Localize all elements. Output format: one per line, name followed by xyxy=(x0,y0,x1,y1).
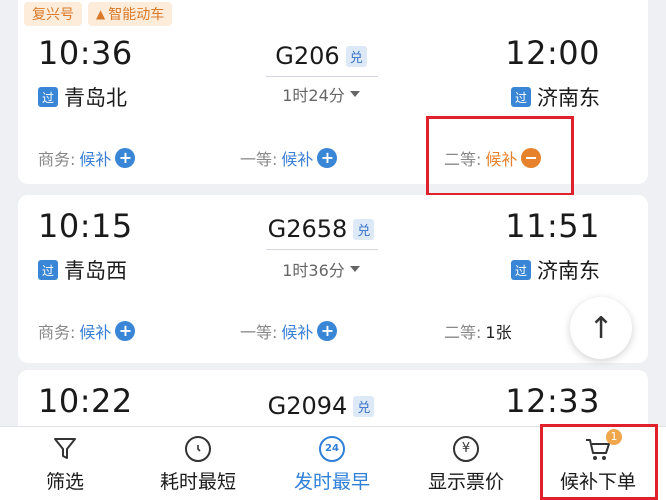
arrival-station-name: 济南东 xyxy=(537,86,600,110)
seat-label: 商务: xyxy=(38,150,76,169)
filter-button[interactable]: 筛选 xyxy=(30,427,100,500)
funnel-icon xyxy=(51,435,79,463)
pass-through-icon: 过 xyxy=(38,87,58,107)
train-card-g2658[interactable]: 10:15 11:51 G2658 兑 1时36分 过 青岛西 过 济南东 商务… xyxy=(18,195,648,363)
plus-icon[interactable]: + xyxy=(317,148,338,168)
timer-icon xyxy=(184,435,212,463)
pass-through-icon: 过 xyxy=(38,260,58,280)
yen-icon: ¥ xyxy=(452,435,480,463)
arrival-time: 12:00 xyxy=(505,34,600,72)
seat-value: 1张 xyxy=(485,323,512,342)
departure-station-name: 青岛西 xyxy=(64,259,127,283)
arrow-up-icon: ↑ xyxy=(588,310,614,346)
seat-value: 候补 xyxy=(281,323,314,342)
duration-toggle[interactable]: 1时24分 xyxy=(256,82,386,106)
plus-icon[interactable]: + xyxy=(115,321,136,341)
departure-time: 10:15 xyxy=(38,207,133,245)
train-number: G2658 兑 xyxy=(256,215,386,243)
seat-label: 一等: xyxy=(240,150,278,169)
earliest-label: 发时最早 xyxy=(293,470,370,493)
pass-through-icon: 过 xyxy=(511,87,531,107)
arrival-time: 11:51 xyxy=(505,207,600,245)
seat-business[interactable]: 商务: 候补 + xyxy=(38,319,136,343)
train-number-text: G206 xyxy=(275,42,340,70)
show-price-button[interactable]: ¥ 显示票价 xyxy=(416,427,516,500)
arrival-station: 过 济南东 xyxy=(511,82,600,112)
exchange-badge: 兑 xyxy=(345,45,367,67)
seat-first-class[interactable]: 一等: 候补 + xyxy=(240,319,338,343)
highlight-box-waitlist-order xyxy=(540,424,658,500)
show-price-label: 显示票价 xyxy=(427,470,504,493)
scroll-to-top-button[interactable]: ↑ xyxy=(570,297,632,359)
smart-emu-tag: ▲ 智能动车 xyxy=(88,2,173,26)
departure-time: 10:36 xyxy=(38,34,133,72)
train-divider xyxy=(266,249,378,250)
seat-value: 候补 xyxy=(281,150,314,169)
departure-time: 10:22 xyxy=(38,382,133,420)
duration-toggle[interactable]: 1时36分 xyxy=(256,257,386,281)
train-number: G2094 兑 xyxy=(256,392,386,420)
duration-text: 1时24分 xyxy=(282,86,345,105)
seat-value: 候补 xyxy=(79,323,112,342)
exchange-badge: 兑 xyxy=(353,395,375,417)
chevron-down-icon xyxy=(349,266,360,272)
clock-24-icon: 24 xyxy=(318,435,346,463)
seat-business[interactable]: 商务: 候补 + xyxy=(38,146,136,170)
arrival-station-name: 济南东 xyxy=(537,259,600,283)
seat-value: 候补 xyxy=(79,150,112,169)
seat-label: 一等: xyxy=(240,323,278,342)
train-number: G206 兑 xyxy=(256,42,386,70)
highlight-box-second-class xyxy=(426,116,574,196)
plus-icon[interactable]: + xyxy=(115,148,136,168)
seat-first-class[interactable]: 一等: 候补 + xyxy=(240,146,338,170)
seat-label: 商务: xyxy=(38,323,76,342)
train-number-text: G2094 xyxy=(267,392,348,420)
train-number-text: G2658 xyxy=(267,215,348,243)
pass-through-icon: 过 xyxy=(511,260,531,280)
train-tags: 复兴号 ▲ 智能动车 xyxy=(24,2,173,26)
departure-station-name: 青岛北 xyxy=(64,86,127,110)
seat-second-class[interactable]: 二等: 1张 xyxy=(444,319,512,343)
departure-station: 过 青岛西 xyxy=(38,255,127,285)
filter-label: 筛选 xyxy=(45,470,84,493)
arrival-time: 12:33 xyxy=(505,382,600,420)
duration-text: 1时36分 xyxy=(282,261,345,280)
train-icon: ▲ xyxy=(96,7,106,21)
sort-shortest-button[interactable]: 耗时最短 xyxy=(148,427,248,500)
plus-icon[interactable]: + xyxy=(317,321,338,341)
exchange-badge: 兑 xyxy=(353,218,375,240)
arrival-station: 过 济南东 xyxy=(511,255,600,285)
sort-earliest-button[interactable]: 24 发时最早 xyxy=(282,427,382,500)
departure-station: 过 青岛北 xyxy=(38,82,127,112)
chevron-down-icon xyxy=(349,91,360,97)
seat-label: 二等: xyxy=(444,323,482,342)
fuxing-tag: 复兴号 xyxy=(24,2,82,26)
train-divider xyxy=(266,76,378,77)
shortest-label: 耗时最短 xyxy=(159,470,236,493)
